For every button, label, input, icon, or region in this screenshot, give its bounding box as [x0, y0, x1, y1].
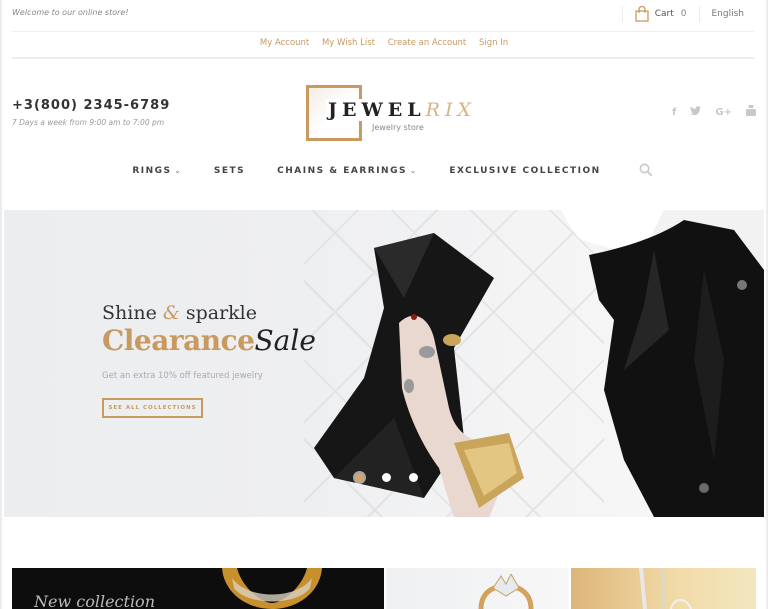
- ring-image: [478, 574, 534, 609]
- slider-dot-1[interactable]: [355, 473, 364, 482]
- banner-earrings[interactable]: [571, 568, 756, 609]
- necklace-image: [222, 568, 322, 609]
- site-logo[interactable]: JEWELRIX Jewelry store: [306, 85, 476, 141]
- cart-label: Cart: [654, 9, 674, 19]
- nav-label: SETS: [213, 166, 246, 176]
- divider: [12, 57, 754, 59]
- page: Welcome to our online store! Cart 0 Engli…: [0, 0, 768, 609]
- hero-subtitle: Get an extra 10% off featured jewelry: [102, 371, 263, 381]
- hero-title-ampersand: &: [162, 302, 180, 324]
- shopping-bag-icon: [635, 6, 649, 22]
- wish-list-link[interactable]: My Wish List: [322, 38, 375, 48]
- main-navigation: RINGS ⌄ SETS CHAINS & EARRINGS ⌄ EXCLUSI…: [2, 163, 766, 179]
- see-all-collections-button[interactable]: SEE ALL COLLECTIONS: [102, 398, 203, 418]
- hero-headline: ClearanceSale: [102, 324, 316, 357]
- nav-label: RINGS: [132, 166, 172, 176]
- promo-banners: New collection: [12, 568, 756, 609]
- cart-count: 0: [680, 9, 687, 19]
- banner-title: New collection: [34, 592, 155, 609]
- top-bar: Welcome to our online store! Cart 0 Engli…: [12, 0, 756, 28]
- hero-slider: Shine & sparkle ClearanceSale Get an ext…: [4, 210, 764, 517]
- phone-number[interactable]: +3(800) 2345-6789: [12, 98, 170, 113]
- logo-tagline: Jewelry store: [372, 123, 424, 132]
- nav-item-chains-earrings[interactable]: CHAINS & EARRINGS ⌄: [277, 166, 417, 176]
- chevron-down-icon: ⌄: [409, 167, 418, 175]
- logo-main: JEWEL: [328, 99, 426, 121]
- nav-item-exclusive-collection[interactable]: EXCLUSIVE COLLECTION: [449, 166, 600, 176]
- nav-item-sets[interactable]: SETS: [214, 166, 245, 176]
- my-account-link[interactable]: My Account: [260, 38, 309, 48]
- hero-headline-rest: Sale: [254, 324, 316, 357]
- hero-headline-accent: Clearance: [102, 324, 255, 357]
- google-plus-icon[interactable]: G+: [715, 107, 732, 118]
- hero-clutch-image: [314, 233, 524, 517]
- divider: [12, 31, 754, 32]
- nav-item-rings[interactable]: RINGS ⌄: [132, 166, 182, 176]
- top-bar-right: Cart 0 English: [610, 4, 744, 24]
- welcome-message: Welcome to our online store!: [12, 8, 129, 17]
- hero-title-word: Shine: [102, 302, 157, 324]
- nav-label: EXCLUSIVE COLLECTION: [449, 166, 601, 176]
- banner-new-collection[interactable]: New collection: [12, 568, 384, 609]
- divider: [698, 6, 700, 22]
- nav-label: CHAINS & EARRINGS: [277, 166, 407, 176]
- account-links: My Account My Wish List Create an Accoun…: [2, 38, 766, 48]
- slider-dot-2[interactable]: [382, 473, 391, 482]
- facebook-icon[interactable]: f: [672, 107, 676, 118]
- logo-wordmark: JEWELRIX: [326, 99, 476, 121]
- language-selector[interactable]: English: [712, 9, 745, 19]
- chevron-down-icon: ⌄: [174, 167, 182, 175]
- divider: [621, 6, 623, 22]
- banner-rings[interactable]: [385, 568, 569, 609]
- logo-accent: RIX: [425, 99, 476, 121]
- twitter-icon[interactable]: [690, 106, 702, 118]
- sign-in-link[interactable]: Sign In: [479, 38, 508, 48]
- social-links: f G+: [672, 105, 756, 119]
- earring-image: [639, 568, 692, 609]
- hero-title-word: sparkle: [185, 302, 257, 324]
- search-icon[interactable]: [639, 163, 652, 179]
- cart-button[interactable]: Cart 0: [635, 6, 687, 22]
- youtube-icon[interactable]: [746, 105, 756, 119]
- slider-pagination: [355, 473, 418, 482]
- opening-hours: 7 Days a week from 9:00 am to 7:00 pm: [12, 118, 165, 127]
- slider-dot-3[interactable]: [409, 473, 418, 482]
- hero-title: Shine & sparkle: [102, 302, 257, 324]
- create-account-link[interactable]: Create an Account: [388, 38, 467, 48]
